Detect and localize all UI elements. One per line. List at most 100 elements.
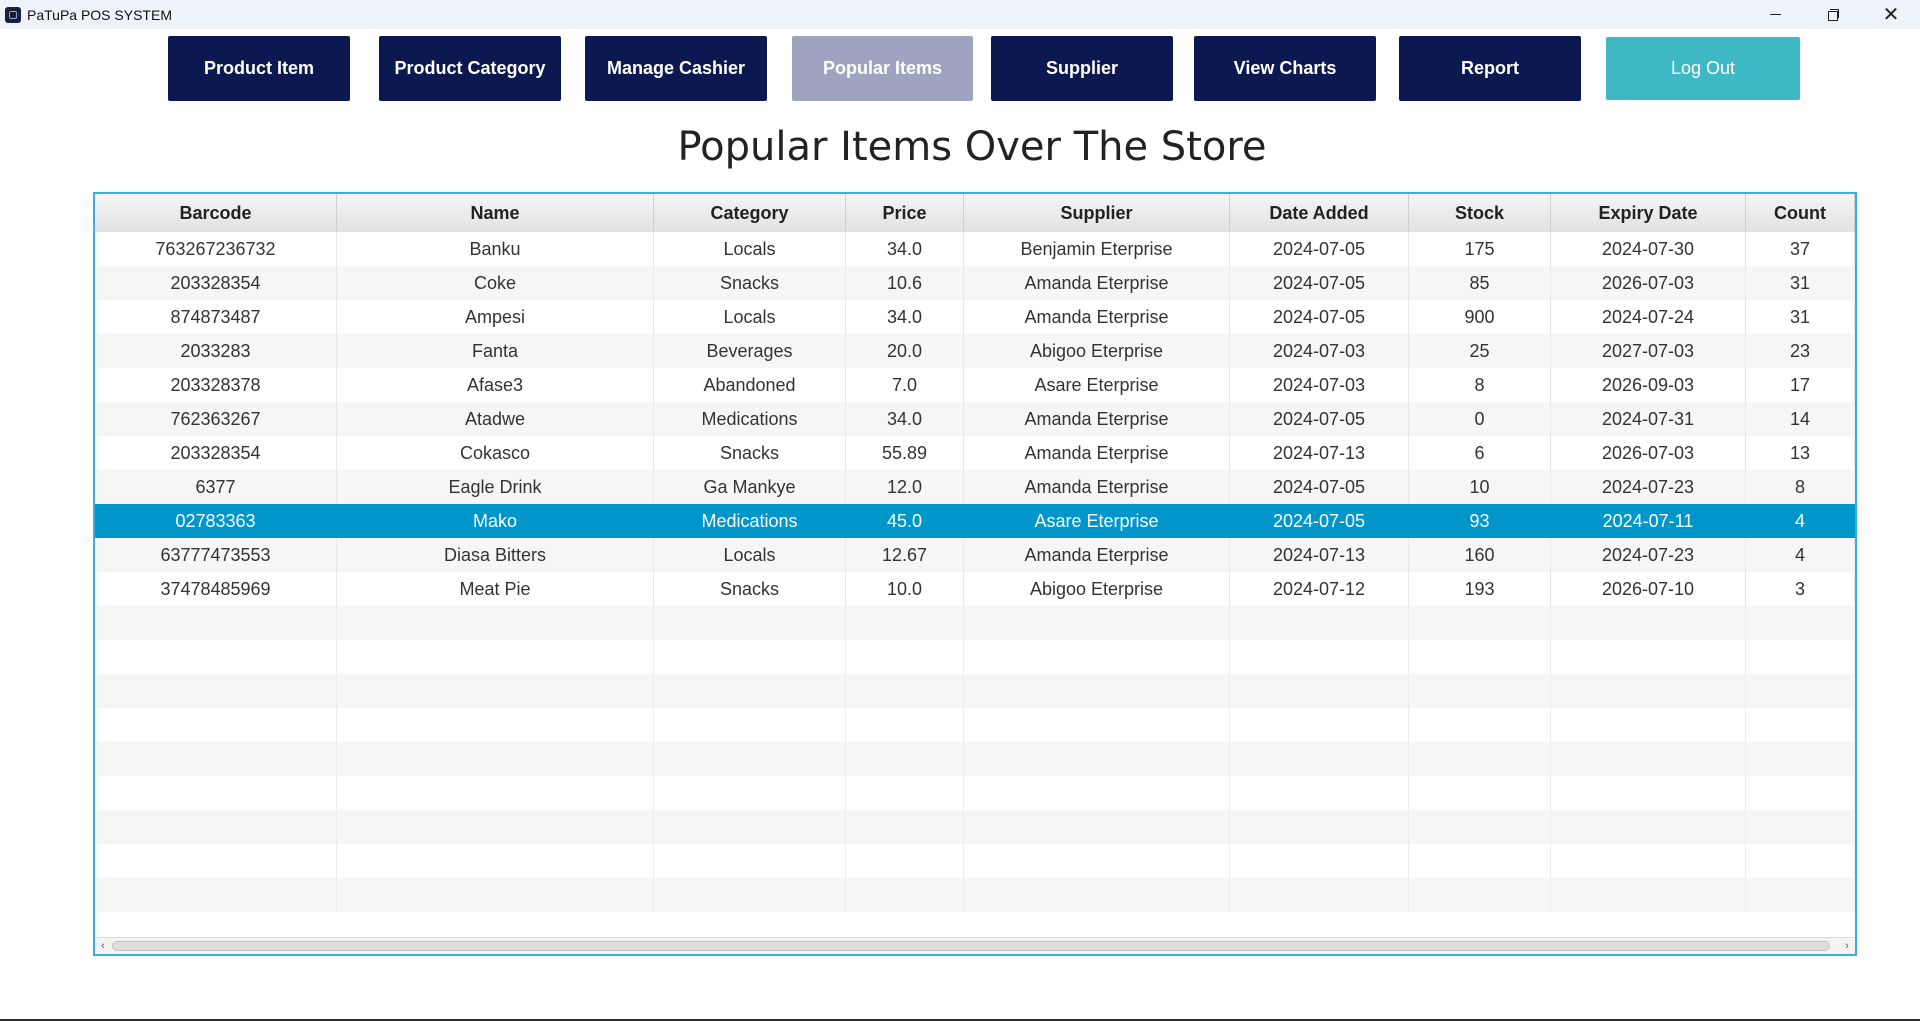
cell-category: Beverages <box>654 334 846 368</box>
nav-supplier-button[interactable]: Supplier <box>991 36 1173 101</box>
empty-cell <box>1409 742 1551 776</box>
table-row[interactable]: 37478485969 Meat Pie Snacks 10.0 Abigoo Eter… <box>95 572 1855 606</box>
maximize-button[interactable] <box>1804 0 1862 29</box>
table-row[interactable]: 2033283 Fanta Beverages 20.0 Abigoo Eterpris… <box>95 334 1855 368</box>
scroll-left-icon[interactable]: ‹ <box>95 938 111 954</box>
cell-date-added: 2024-07-13 <box>1230 436 1409 470</box>
cell-supplier: Amanda Eterprise <box>964 300 1230 334</box>
cell-name: Coke <box>337 266 654 300</box>
minimize-icon <box>1769 14 1781 15</box>
cell-stock: 8 <box>1409 368 1551 402</box>
minimize-button[interactable] <box>1746 0 1804 29</box>
cell-count: 31 <box>1746 266 1855 300</box>
table-row[interactable]: 63777473553 Diasa Bitters Locals 12.67 Amand… <box>95 538 1855 572</box>
logout-button[interactable]: Log Out <box>1606 37 1800 100</box>
cell-supplier: Abigoo Eterprise <box>964 334 1230 368</box>
cell-count: 17 <box>1746 368 1855 402</box>
column-header-count[interactable]: Count <box>1746 194 1855 232</box>
empty-cell <box>1409 708 1551 742</box>
empty-cell <box>846 674 964 708</box>
scrollbar-thumb[interactable] <box>112 941 1830 951</box>
empty-cell <box>1746 742 1855 776</box>
empty-cell <box>1230 810 1409 844</box>
title-bar: PaTuPa POS SYSTEM ✕ <box>0 0 1920 29</box>
empty-cell <box>1551 606 1746 640</box>
popular-items-table[interactable]: Barcode Name Category Price Supplier Date Add… <box>93 192 1857 956</box>
cell-stock: 160 <box>1409 538 1551 572</box>
column-header-expiry-date[interactable]: Expiry Date <box>1551 194 1746 232</box>
empty-cell <box>1230 640 1409 674</box>
table-row[interactable]: 203328354 Coke Snacks 10.6 Amanda Eterprise 2… <box>95 266 1855 300</box>
table-row[interactable]: 203328378 Afase3 Abandoned 7.0 Asare Eterpri… <box>95 368 1855 402</box>
empty-cell <box>654 878 846 912</box>
cell-name: Meat Pie <box>337 572 654 606</box>
column-header-name[interactable]: Name <box>337 194 654 232</box>
cell-price: 45.0 <box>846 504 964 538</box>
cell-date-added: 2024-07-03 <box>1230 334 1409 368</box>
cell-supplier: Amanda Eterprise <box>964 436 1230 470</box>
table-row[interactable]: 874873487 Ampesi Locals 34.0 Amanda Eterpris… <box>95 300 1855 334</box>
column-header-barcode[interactable]: Barcode <box>95 194 337 232</box>
table-row[interactable]: 763267236732 Banku Locals 34.0 Benjamin Eter… <box>95 232 1855 266</box>
cell-category: Snacks <box>654 266 846 300</box>
table-row[interactable]: 203328354 Cokasco Snacks 55.89 Amanda Eterpr… <box>95 436 1855 470</box>
empty-cell <box>1746 776 1855 810</box>
cell-expiry-date: 2026-09-03 <box>1551 368 1746 402</box>
cell-count: 8 <box>1746 470 1855 504</box>
empty-cell <box>95 742 337 776</box>
empty-cell <box>1551 776 1746 810</box>
table-header: Barcode Name Category Price Supplier Date Add… <box>95 194 1855 233</box>
cell-count: 23 <box>1746 334 1855 368</box>
empty-cell <box>1551 878 1746 912</box>
table-row[interactable]: 6377 Eagle Drink Ga Mankye 12.0 Amanda Eterp… <box>95 470 1855 504</box>
horizontal-scrollbar[interactable]: ‹ › <box>95 937 1855 954</box>
empty-cell <box>95 776 337 810</box>
close-button[interactable]: ✕ <box>1862 0 1920 29</box>
empty-cell <box>337 878 654 912</box>
empty-cell <box>1230 742 1409 776</box>
empty-cell <box>654 810 846 844</box>
cell-date-added: 2024-07-05 <box>1230 266 1409 300</box>
cell-stock: 10 <box>1409 470 1551 504</box>
empty-row <box>95 606 1855 640</box>
cell-supplier: Asare Eterprise <box>964 504 1230 538</box>
empty-cell <box>654 674 846 708</box>
nav-report-button[interactable]: Report <box>1399 36 1581 101</box>
nav-view-charts-button[interactable]: View Charts <box>1194 36 1376 101</box>
close-icon: ✕ <box>1882 3 1900 26</box>
column-header-stock[interactable]: Stock <box>1409 194 1551 232</box>
nav-product-item-button[interactable]: Product Item <box>168 36 350 101</box>
nav-product-category-button[interactable]: Product Category <box>379 36 561 101</box>
cell-price: 34.0 <box>846 232 964 266</box>
table-row[interactable]: 762363267 Atadwe Medications 34.0 Amanda Ete… <box>95 402 1855 436</box>
empty-cell <box>337 708 654 742</box>
cell-date-added: 2024-07-13 <box>1230 538 1409 572</box>
cell-category: Medications <box>654 402 846 436</box>
column-header-category[interactable]: Category <box>654 194 846 232</box>
empty-cell <box>1230 708 1409 742</box>
scroll-right-icon[interactable]: › <box>1839 938 1855 954</box>
empty-cell <box>1551 810 1746 844</box>
empty-cell <box>1746 606 1855 640</box>
cell-supplier: Amanda Eterprise <box>964 402 1230 436</box>
cell-category: Snacks <box>654 436 846 470</box>
column-header-price[interactable]: Price <box>846 194 964 232</box>
empty-cell <box>95 606 337 640</box>
empty-cell <box>846 606 964 640</box>
empty-cell <box>1409 674 1551 708</box>
column-header-supplier[interactable]: Supplier <box>964 194 1230 232</box>
nav-manage-cashier-button[interactable]: Manage Cashier <box>585 36 767 101</box>
cell-price: 12.67 <box>846 538 964 572</box>
empty-cell <box>1551 708 1746 742</box>
table-row-selected[interactable]: 02783363 Mako Medications 45.0 Asare Eterpri… <box>95 504 1855 538</box>
empty-cell <box>964 878 1230 912</box>
empty-cell <box>964 674 1230 708</box>
empty-cell <box>1409 878 1551 912</box>
nav-popular-items-button[interactable]: Popular Items <box>792 36 973 101</box>
empty-cell <box>846 742 964 776</box>
column-header-date-added[interactable]: Date Added <box>1230 194 1409 232</box>
empty-cell <box>964 708 1230 742</box>
cell-expiry-date: 2024-07-11 <box>1551 504 1746 538</box>
cell-barcode: 203328354 <box>95 266 337 300</box>
cell-price: 10.6 <box>846 266 964 300</box>
